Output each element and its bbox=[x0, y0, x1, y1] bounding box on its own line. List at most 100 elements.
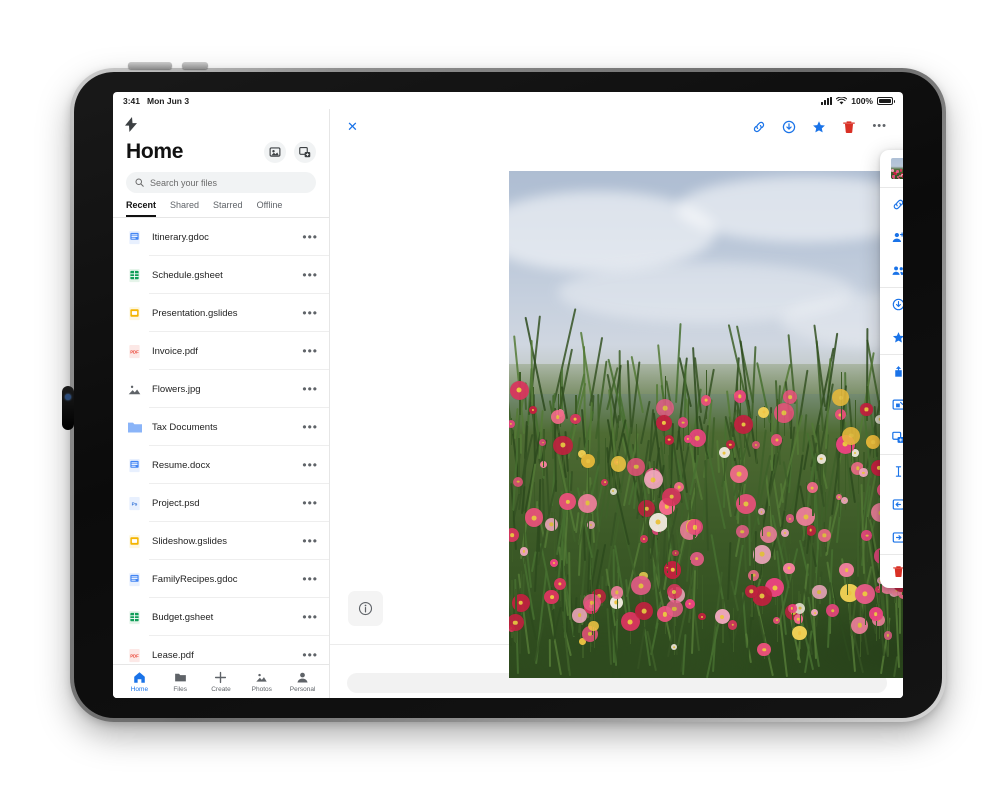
file-name: FamilyRecipes.gdoc bbox=[152, 574, 293, 585]
search-input[interactable]: Search your files bbox=[126, 172, 316, 193]
file-row[interactable]: PDFInvoice.pdf••• bbox=[113, 332, 329, 370]
file-row[interactable]: Presentation.gslides ••• bbox=[113, 294, 329, 332]
context-menu-item[interactable]: Add to Starred bbox=[880, 321, 903, 354]
flower bbox=[818, 529, 831, 542]
flower-stem bbox=[702, 575, 703, 629]
nav-item-personal[interactable]: Personal bbox=[283, 671, 323, 693]
file-row-menu-button[interactable]: ••• bbox=[302, 383, 318, 395]
flower bbox=[611, 586, 624, 599]
copy-link-icon[interactable] bbox=[752, 120, 766, 134]
export-icon bbox=[891, 365, 903, 378]
flower-stem bbox=[754, 534, 755, 593]
file-row[interactable]: Slideshow.gslides••• bbox=[113, 522, 329, 560]
offline-icon[interactable] bbox=[782, 120, 796, 134]
tab-starred[interactable]: Starred bbox=[213, 200, 243, 217]
folder-open-icon bbox=[891, 398, 903, 411]
file-row[interactable]: PsProject.psd••• bbox=[113, 484, 329, 522]
more-icon[interactable]: ••• bbox=[872, 121, 887, 132]
nav-item-files[interactable]: Files bbox=[160, 671, 200, 693]
svg-text:PDF: PDF bbox=[130, 653, 139, 658]
file-thumbnail bbox=[891, 158, 903, 179]
flower bbox=[662, 488, 680, 506]
file-row-menu-button[interactable]: ••• bbox=[302, 611, 318, 623]
flower bbox=[510, 381, 529, 400]
context-menu-item[interactable]: Export bbox=[880, 355, 903, 388]
file-row-menu-button[interactable]: ••• bbox=[302, 649, 318, 661]
photo-flowers[interactable] bbox=[509, 171, 903, 678]
scan-document-icon[interactable] bbox=[264, 141, 286, 163]
file-row-menu-button[interactable]: ••• bbox=[302, 573, 318, 585]
context-menu-item[interactable]: Rename bbox=[880, 455, 903, 488]
delete-icon[interactable] bbox=[842, 120, 856, 134]
context-menu-item[interactable]: Move bbox=[880, 521, 903, 554]
file-row-menu-button[interactable]: ••• bbox=[302, 269, 318, 281]
flower bbox=[687, 519, 703, 535]
add-scan-icon[interactable] bbox=[294, 141, 316, 163]
flower bbox=[509, 614, 524, 631]
flower bbox=[832, 389, 848, 405]
file-row-menu-button[interactable]: ••• bbox=[302, 345, 318, 357]
file-list[interactable]: Itinerary.gdoc•••Schedule.gsheet•••Prese… bbox=[113, 218, 329, 664]
context-menu-item[interactable]: Manage Access bbox=[880, 254, 903, 287]
flower bbox=[649, 513, 668, 532]
flower bbox=[757, 643, 770, 656]
star-icon bbox=[891, 331, 903, 344]
flower bbox=[806, 525, 816, 535]
file-row[interactable]: Flowers.jpg••• bbox=[113, 370, 329, 408]
svg-text:PDF: PDF bbox=[130, 349, 139, 354]
bottom-navigation: Home Files Create Photos Personal bbox=[113, 664, 329, 698]
gdoc-icon bbox=[126, 571, 143, 588]
context-menu-item[interactable]: Copy bbox=[880, 488, 903, 521]
context-menu-item[interactable]: Show in Folder bbox=[880, 388, 903, 421]
grass-blade bbox=[520, 434, 522, 454]
tab-shared[interactable]: Shared bbox=[170, 200, 199, 217]
flower bbox=[783, 390, 797, 404]
file-name: Budget.gsheet bbox=[152, 612, 293, 623]
file-row-menu-button[interactable]: ••• bbox=[302, 307, 318, 319]
cursor-text-icon bbox=[891, 465, 903, 478]
file-preview-pane: ✕ ••• bbox=[330, 109, 903, 698]
file-row-menu-button[interactable]: ••• bbox=[302, 497, 318, 509]
context-menu-items[interactable]: Copy LinkShareManage AccessMake Availabl… bbox=[880, 188, 903, 588]
person-add-icon bbox=[891, 231, 903, 244]
file-row-menu-button[interactable]: ••• bbox=[302, 421, 318, 433]
grass-blade bbox=[549, 639, 551, 667]
file-row[interactable]: Schedule.gsheet••• bbox=[113, 256, 329, 294]
flower bbox=[748, 570, 759, 581]
tab-recent[interactable]: Recent bbox=[126, 200, 156, 217]
file-row-menu-button[interactable]: ••• bbox=[302, 535, 318, 547]
flower bbox=[635, 602, 653, 620]
file-row[interactable]: PDFLease.pdf••• bbox=[113, 636, 329, 664]
file-row[interactable]: FamilyRecipes.gdoc ••• bbox=[113, 560, 329, 598]
context-menu-header: Flowers.jpg 5.2 MB, modified 2 minutes a… bbox=[880, 150, 903, 187]
file-row[interactable]: Resume.docx ••• bbox=[113, 446, 329, 484]
file-row[interactable]: Itinerary.gdoc••• bbox=[113, 218, 329, 256]
file-row[interactable]: Budget.gsheet ••• bbox=[113, 598, 329, 636]
search-placeholder: Search your files bbox=[150, 178, 217, 188]
flower bbox=[550, 559, 558, 567]
pdf-icon: PDF bbox=[126, 343, 143, 360]
close-icon[interactable]: ✕ bbox=[347, 119, 358, 135]
nav-item-photos[interactable]: Photos bbox=[242, 671, 282, 693]
file-row-menu-button[interactable]: ••• bbox=[302, 459, 318, 471]
file-name: Presentation.gslides bbox=[152, 308, 293, 319]
tab-offline[interactable]: Offline bbox=[257, 200, 283, 217]
context-menu-item[interactable]: Delete bbox=[880, 555, 903, 588]
flower bbox=[745, 585, 758, 598]
context-menu-item[interactable]: Save as Scan bbox=[880, 421, 903, 454]
file-row[interactable]: Tax Documents••• bbox=[113, 408, 329, 446]
activity-bolt-icon bbox=[113, 109, 329, 134]
file-row-menu-button[interactable]: ••• bbox=[302, 231, 318, 243]
nav-item-create[interactable]: Create bbox=[201, 671, 241, 693]
file-name: Resume.docx bbox=[152, 460, 293, 471]
volume-up-button[interactable] bbox=[128, 62, 172, 69]
flower-stem bbox=[839, 458, 840, 517]
nav-item-home[interactable]: Home bbox=[119, 671, 159, 693]
context-menu-item[interactable]: Make Available Offline bbox=[880, 288, 903, 321]
volume-down-button[interactable] bbox=[182, 62, 208, 69]
info-button[interactable] bbox=[348, 591, 383, 626]
context-menu-item[interactable]: Copy Link bbox=[880, 188, 903, 221]
context-menu-item[interactable]: Share bbox=[880, 221, 903, 254]
star-icon[interactable] bbox=[812, 120, 826, 134]
grass-blade bbox=[682, 634, 686, 675]
